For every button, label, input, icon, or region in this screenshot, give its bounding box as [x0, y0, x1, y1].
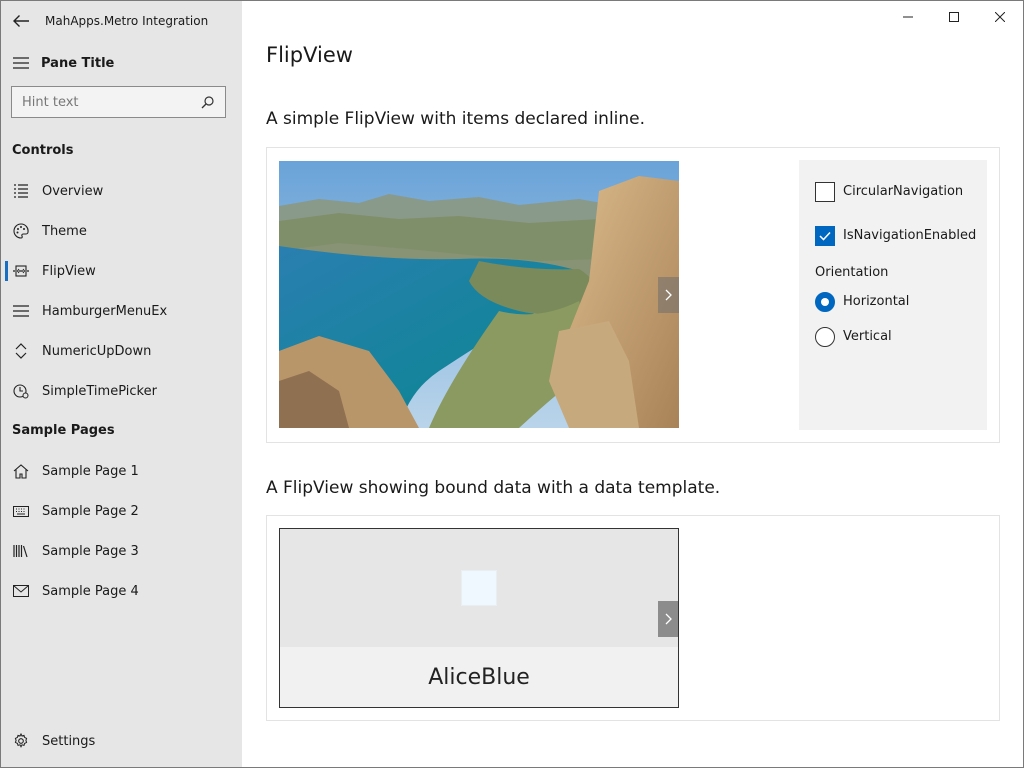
circular-navigation-checkbox[interactable]	[815, 182, 835, 202]
circular-navigation-label: CircularNavigation	[843, 184, 964, 199]
gear-icon	[1, 721, 41, 761]
nav-item-label: Settings	[42, 733, 96, 749]
back-arrow-icon	[13, 15, 29, 27]
app-title: MahApps.Metro Integration	[45, 14, 209, 28]
search-input[interactable]	[12, 87, 192, 117]
library-icon	[1, 531, 41, 571]
maximize-icon	[949, 12, 959, 22]
minimize-icon	[903, 16, 913, 18]
pane-header: Pane Title	[1, 43, 242, 83]
orientation-horizontal-label: Horizontal	[843, 294, 910, 309]
nav-item-overview[interactable]: Overview	[1, 171, 242, 211]
checkmark-icon	[819, 231, 831, 241]
close-icon	[995, 12, 1005, 22]
maximize-button[interactable]	[931, 1, 977, 33]
nav-item-label: Sample Page 1	[42, 463, 139, 479]
title-bar: MahApps.Metro Integration	[1, 1, 242, 41]
flipview-next-button[interactable]	[658, 277, 679, 313]
nav-item-sample-page-1[interactable]: Sample Page 1	[1, 451, 242, 491]
nav-item-label: Sample Page 3	[42, 543, 139, 559]
minimize-button[interactable]	[885, 1, 931, 33]
nav-item-numericupdown[interactable]: NumericUpDown	[1, 331, 242, 371]
nav-item-label: NumericUpDown	[42, 343, 152, 359]
nav-item-flipview[interactable]: FlipView	[1, 251, 242, 291]
orientation-label: Orientation	[815, 265, 889, 280]
flipview-options-panel: CircularNavigation IsNavigationEnabled O…	[799, 160, 987, 430]
color-name: AliceBlue	[280, 647, 678, 707]
page-title: FlipView	[266, 43, 353, 67]
mail-icon	[1, 571, 41, 611]
home-icon	[1, 451, 41, 491]
section-title-inline: A simple FlipView with items declared in…	[266, 109, 646, 129]
nav-item-sample-page-3[interactable]: Sample Page 3	[1, 531, 242, 571]
search-box	[11, 86, 226, 118]
nav-item-sample-page-4[interactable]: Sample Page 4	[1, 571, 242, 611]
nav-item-label: Sample Page 2	[42, 503, 139, 519]
nav-item-sample-page-2[interactable]: Sample Page 2	[1, 491, 242, 531]
nav-item-label: Theme	[42, 223, 87, 239]
search-button[interactable]	[192, 87, 222, 117]
hamburger-menu-icon	[1, 291, 41, 331]
flipview-inline-card: CircularNavigation IsNavigationEnabled O…	[266, 147, 1000, 443]
caption-buttons	[885, 1, 1023, 33]
section-header-sample-pages: Sample Pages	[12, 423, 115, 438]
list-icon	[1, 171, 41, 211]
nav-item-label: HamburgerMenuEx	[42, 303, 168, 319]
section-title-bound: A FlipView showing bound data with a dat…	[266, 478, 721, 498]
nav-item-settings[interactable]: Settings	[1, 721, 242, 761]
coastline-photo	[279, 161, 679, 428]
section-header-controls: Controls	[12, 143, 74, 158]
flipview-icon	[1, 251, 41, 291]
nav-item-theme[interactable]: Theme	[1, 211, 242, 251]
nav-item-label: Sample Page 4	[42, 583, 139, 599]
flipview-bound[interactable]: AliceBlue	[279, 528, 679, 708]
color-swatch	[461, 570, 497, 606]
flipview-bound-card: AliceBlue	[266, 515, 1000, 721]
app-window: MahApps.Metro Integration Pane Title Con…	[0, 0, 1024, 768]
nav-item-label: SimpleTimePicker	[42, 383, 157, 399]
keyboard-icon	[1, 491, 41, 531]
chevron-right-icon	[665, 613, 672, 625]
pane-toggle-button[interactable]	[1, 43, 41, 83]
clock-icon	[1, 371, 41, 411]
nav-item-hamburgermenuex[interactable]: HamburgerMenuEx	[1, 291, 242, 331]
updown-icon	[1, 331, 41, 371]
close-button[interactable]	[977, 1, 1023, 33]
flipview-inline[interactable]	[279, 161, 679, 428]
orientation-horizontal-radio[interactable]	[815, 292, 835, 312]
chevron-right-icon	[665, 289, 672, 301]
search-icon	[201, 95, 214, 108]
pane-title: Pane Title	[41, 55, 115, 71]
back-button[interactable]	[1, 1, 41, 41]
nav-item-label: FlipView	[42, 263, 96, 279]
flipview-next-button[interactable]	[658, 601, 678, 637]
nav-item-label: Overview	[42, 183, 104, 199]
navigation-enabled-checkbox[interactable]	[815, 226, 835, 246]
orientation-vertical-radio[interactable]	[815, 327, 835, 347]
palette-icon	[1, 211, 41, 251]
nav-item-simpletimepicker[interactable]: SimpleTimePicker	[1, 371, 242, 411]
orientation-vertical-label: Vertical	[843, 329, 892, 344]
hamburger-icon	[13, 57, 29, 69]
navigation-pane: MahApps.Metro Integration Pane Title Con…	[1, 1, 242, 767]
navigation-enabled-label: IsNavigationEnabled	[843, 228, 977, 243]
